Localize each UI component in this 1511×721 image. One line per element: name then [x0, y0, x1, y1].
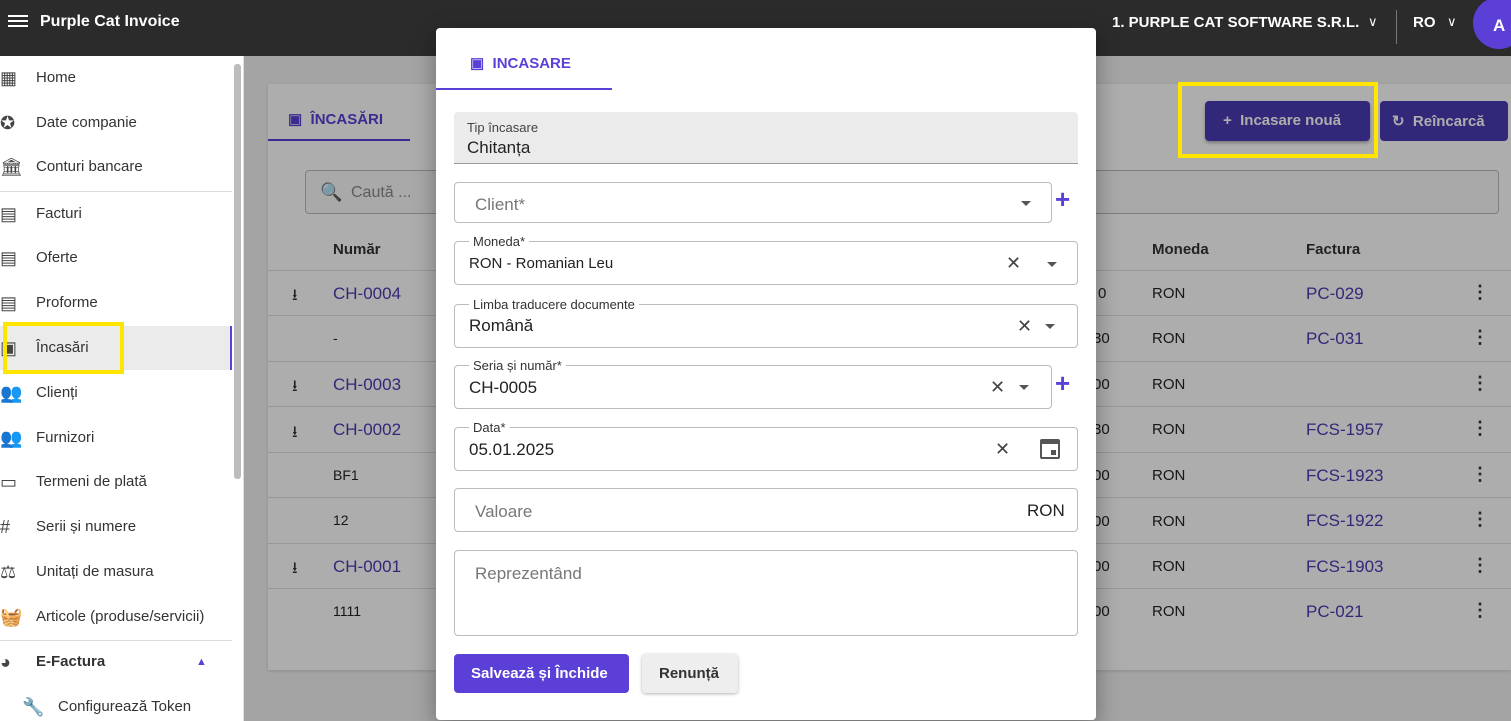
add-client-icon[interactable]: +	[1055, 184, 1070, 215]
dashboard-icon: ▦	[0, 68, 18, 88]
chevron-up-icon[interactable]: ▲	[196, 656, 207, 668]
field-label: Limba traducere documente	[469, 297, 639, 312]
highlight-box	[3, 322, 124, 374]
tab-indicator	[436, 88, 612, 90]
field-label: Seria și număr*	[469, 358, 566, 373]
sidebar-item-proforma[interactable]: ▤ Proforme	[0, 281, 232, 325]
company-selector[interactable]: 1. PURPLE CAT SOFTWARE S.R.L.	[1112, 14, 1359, 31]
calendar-icon[interactable]	[1040, 439, 1060, 459]
sidebar-item-home[interactable]: ▦ Home	[0, 56, 232, 100]
payments-icon: ▣	[470, 55, 485, 72]
field-label: Tip încasare	[467, 120, 539, 135]
sidebar: ▦ Home ✪ Date companie 🏛 Conturi bancare ▤ F…	[0, 56, 244, 721]
field-value: 05.01.2025	[469, 440, 555, 459]
people-icon: 👥	[0, 383, 23, 403]
document-icon: ▤	[0, 204, 18, 224]
clear-icon[interactable]: ✕	[990, 377, 1005, 398]
dropdown-arrow-icon[interactable]	[1045, 324, 1055, 329]
sidebar-item-token[interactable]: 🔧 Configurează Token	[0, 685, 232, 721]
clear-icon[interactable]: ✕	[1017, 316, 1032, 337]
currency-select[interactable]: Moneda* RON - Romanian Leu ✕	[454, 234, 1078, 285]
sidebar-item-invoices[interactable]: ▤ Facturi	[0, 192, 232, 236]
client-select[interactable]: Client*	[454, 182, 1052, 223]
chevron-down-icon[interactable]: ∨	[1447, 14, 1457, 30]
basket-icon: 🧺	[0, 607, 23, 627]
bank-icon: 🏛	[0, 157, 23, 177]
field-value: CH-0005	[469, 378, 538, 397]
document-icon: ▤	[0, 248, 18, 268]
sidebar-item-offers[interactable]: ▤ Oferte	[0, 236, 232, 280]
field-value: Chitanța	[467, 138, 531, 157]
receipt-dialog: ▣ INCASARE Tip încasare Chitanța Client*…	[436, 28, 1096, 720]
field-placeholder: Reprezentând	[475, 564, 582, 583]
currency-suffix: RON	[1027, 501, 1065, 520]
language-selector[interactable]: RO	[1413, 14, 1436, 31]
sidebar-item-clients[interactable]: 👥 Clienți	[0, 371, 232, 415]
field-placeholder: Client*	[475, 195, 526, 214]
people-icon: 👥	[0, 428, 23, 448]
highlight-box	[1178, 82, 1378, 158]
translation-language-select[interactable]: Limba traducere documente Română ✕	[454, 297, 1078, 348]
pie-chart-icon: ◕	[0, 652, 11, 672]
dropdown-arrow-icon[interactable]	[1047, 262, 1057, 267]
document-icon: ▤	[0, 293, 18, 313]
divider	[1396, 10, 1397, 44]
clear-icon[interactable]: ✕	[995, 439, 1010, 460]
field-placeholder: Valoare	[475, 502, 533, 521]
field-label: Data*	[469, 420, 510, 435]
menu-icon[interactable]	[8, 12, 28, 32]
chevron-down-icon[interactable]: ∨	[1368, 14, 1378, 30]
scrollbar[interactable]	[234, 64, 241, 479]
sidebar-item-suppliers[interactable]: 👥 Furnizori	[0, 416, 232, 460]
hash-icon: #	[0, 517, 11, 537]
tab-receipt[interactable]: ▣ INCASARE	[470, 54, 571, 72]
sidebar-item-units[interactable]: ⚖ Unitați de masura	[0, 550, 232, 594]
date-field[interactable]: Data* 05.01.2025 ✕	[454, 420, 1078, 471]
badge-icon: ✪	[0, 113, 16, 133]
sidebar-item-articles[interactable]: 🧺 Articole (produse/servicii)	[0, 595, 232, 639]
field-value: RON - Romanian Leu	[469, 255, 614, 272]
sidebar-item-payment-terms[interactable]: ▭ Termeni de plată	[0, 460, 232, 504]
credit-card-icon: ▭	[0, 472, 18, 492]
receipt-type-field[interactable]: Tip încasare Chitanța	[454, 112, 1078, 164]
dropdown-arrow-icon[interactable]	[1021, 201, 1031, 206]
field-label: Moneda*	[469, 234, 530, 249]
sidebar-item-company[interactable]: ✪ Date companie	[0, 101, 232, 145]
field-value: Română	[469, 316, 534, 335]
sidebar-item-bank-accounts[interactable]: 🏛 Conturi bancare	[0, 145, 232, 189]
clear-icon[interactable]: ✕	[1006, 253, 1021, 274]
sidebar-item-series[interactable]: # Serii și numere	[0, 505, 232, 549]
representing-textarea[interactable]: Reprezentând	[454, 550, 1078, 636]
save-and-close-button[interactable]: Salvează și Închide	[454, 654, 629, 693]
amount-input[interactable]: Valoare RON	[454, 488, 1078, 532]
dropdown-arrow-icon[interactable]	[1019, 385, 1029, 390]
avatar[interactable]: A	[1473, 0, 1511, 49]
cancel-button[interactable]: Renunță	[642, 654, 738, 693]
add-series-icon[interactable]: +	[1055, 368, 1070, 399]
wrench-icon: 🔧	[22, 697, 45, 717]
series-number-select[interactable]: Seria și număr* CH-0005 ✕	[454, 358, 1052, 409]
scale-icon: ⚖	[0, 562, 17, 582]
app-title: Purple Cat Invoice	[40, 13, 180, 30]
